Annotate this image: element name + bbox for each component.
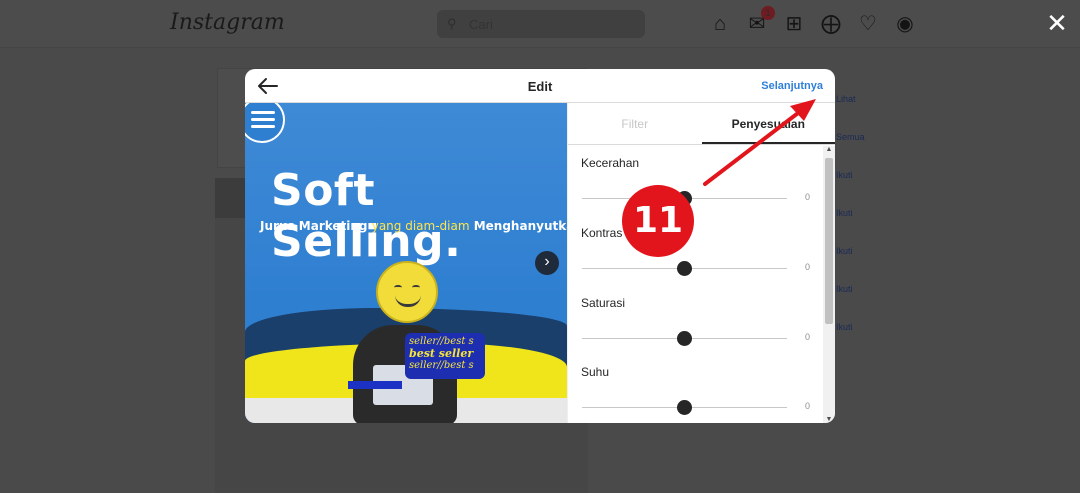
adjustment-list: Kecerahan 0 Kontras 0 Saturasi 0 Suhu 0	[568, 146, 824, 423]
scroll-up-icon[interactable]: ▲	[825, 146, 833, 153]
speech-bubble: seller//best s best seller seller//best …	[405, 333, 485, 379]
slider-value: 0	[805, 401, 811, 411]
next-image-button[interactable]: ›	[535, 251, 559, 275]
slider-knob[interactable]	[677, 400, 692, 415]
subheadline-part: Jurus Marketing	[260, 219, 368, 233]
subheadline-part: Menghanyutkan	[473, 219, 567, 233]
image-subheadline: Jurus Marketing yang diam-diam Menghanyu…	[260, 219, 567, 233]
instagram-topbar: Instagram ⚲ Cari ⌂ ✉ 1 ⊞ ⨁ ♡ ◉	[0, 0, 1080, 48]
side-link: Ikuti	[836, 170, 853, 180]
bubble-line: best seller	[409, 348, 474, 360]
side-link: Ikuti	[836, 284, 853, 294]
tab-adjustments[interactable]: Penyesuaian	[701, 103, 835, 144]
explore-icon: ⨁	[821, 13, 841, 35]
side-link: Ikuti	[836, 246, 853, 256]
scrollbar-thumb[interactable]	[825, 158, 833, 324]
scroll-down-icon[interactable]: ▼	[825, 416, 833, 423]
nav-icons: ⌂ ✉ 1 ⊞ ⨁ ♡ ◉	[708, 6, 917, 36]
instagram-logo: Instagram	[170, 10, 285, 35]
edit-tabs: Filter Penyesuaian	[568, 103, 835, 145]
panel-scrollbar[interactable]: ▲ ▼	[823, 146, 835, 423]
adjustment-label: Kontras	[581, 226, 623, 240]
adjustment-brightness: Kecerahan 0	[581, 156, 816, 216]
tab-filter[interactable]: Filter	[568, 103, 702, 144]
modal-title: Edit	[527, 79, 553, 94]
side-link: Ikuti	[836, 322, 853, 332]
edit-panel: Filter Penyesuaian Kecerahan 0 Kontras 0…	[567, 103, 835, 423]
adjustment-label: Kecerahan	[581, 156, 640, 170]
side-link: Lihat	[836, 94, 856, 104]
search-bar: ⚲ Cari	[437, 10, 645, 38]
search-placeholder: Cari	[469, 17, 493, 32]
adjustment-label: Saturasi	[581, 296, 626, 310]
messenger-icon: ✉ 1	[745, 6, 775, 36]
step-number-badge: 11	[622, 185, 694, 257]
blue-bar	[348, 381, 402, 389]
side-link: Ikuti	[836, 208, 853, 218]
image-headline: Soft Selling.	[271, 165, 462, 267]
search-icon: ⚲	[447, 16, 457, 31]
home-icon: ⌂	[713, 13, 727, 35]
modal-header: Edit Selanjutnya	[245, 69, 835, 103]
edit-modal: Edit Selanjutnya Soft Selling. Jurus Mar…	[245, 69, 835, 423]
profile-avatar-icon: ◉	[896, 13, 914, 35]
close-icon[interactable]: ✕	[1044, 10, 1070, 36]
suggestions-sidebar: Lihat Semua Ikuti Ikuti Ikuti Ikuti Ikut…	[836, 94, 876, 360]
bubble-line: seller//best s	[409, 360, 474, 371]
bubble-line: seller//best s	[409, 336, 474, 347]
smiley-face-icon	[376, 261, 438, 323]
slider-value: 0	[805, 192, 811, 202]
subheadline-part: yang diam-diam	[371, 219, 470, 233]
adjustment-label: Suhu	[581, 365, 610, 379]
adjustment-contrast: Kontras 0	[581, 226, 816, 286]
notification-badge: 1	[761, 6, 775, 20]
side-link: Semua	[836, 132, 865, 142]
new-post-icon: ⊞	[785, 13, 803, 35]
adjustment-temperature: Suhu 0	[581, 365, 816, 423]
post-image-preview: Soft Selling. Jurus Marketing yang diam-…	[245, 103, 567, 423]
slider-knob[interactable]	[677, 331, 692, 346]
adjustment-saturation: Saturasi 0	[581, 296, 816, 356]
slider-value: 0	[805, 262, 811, 272]
slider-knob[interactable]	[677, 261, 692, 276]
slider-value: 0	[805, 332, 811, 342]
heart-icon: ♡	[859, 13, 877, 35]
next-button[interactable]: Selanjutnya	[761, 80, 823, 92]
